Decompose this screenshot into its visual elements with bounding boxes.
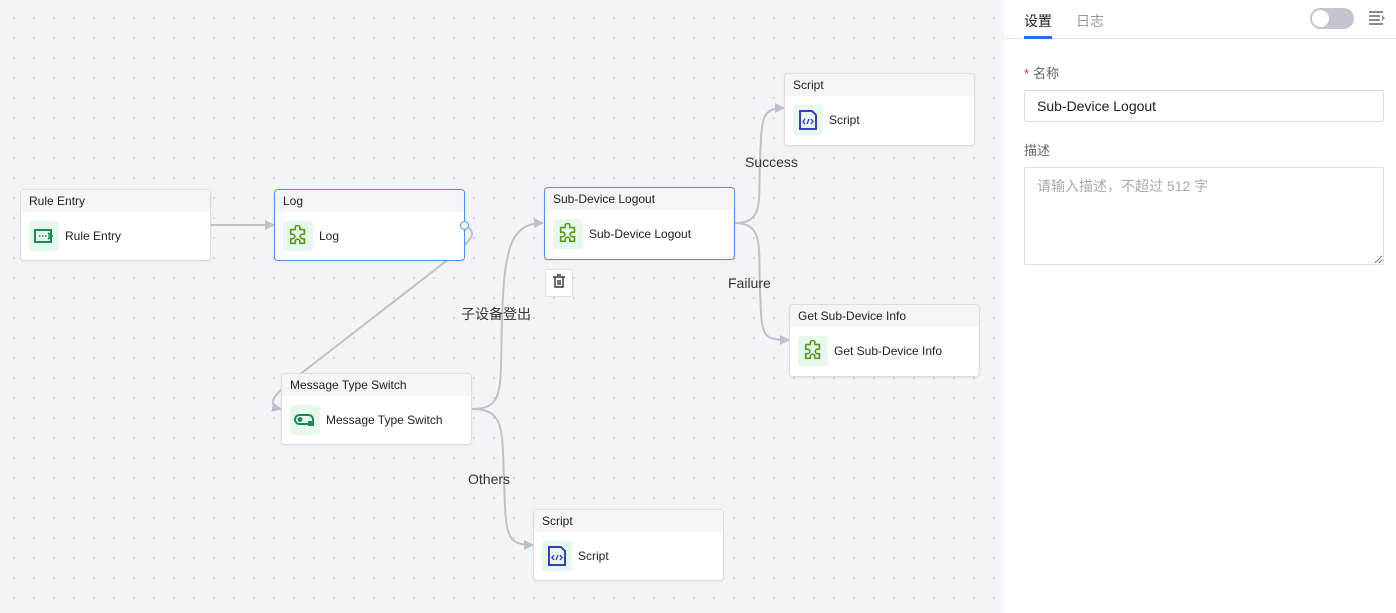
switch-icon <box>290 405 320 435</box>
node-title: Rule Entry <box>21 190 210 212</box>
edge-label-others: Others <box>468 471 511 487</box>
node-title: Sub-Device Logout <box>545 188 734 210</box>
node-label: Message Type Switch <box>326 413 443 427</box>
node-label: Sub-Device Logout <box>589 227 692 241</box>
node-script-top[interactable]: Script Script <box>784 73 975 146</box>
properties-panel: 设置 日志 *名称 描述 <box>1004 0 1396 613</box>
settings-form: *名称 描述 <box>1004 39 1396 265</box>
tab-logs[interactable]: 日志 <box>1076 0 1104 38</box>
rule-entry-icon <box>29 221 59 251</box>
node-label: Script <box>829 113 860 127</box>
node-message-type-switch[interactable]: Message Type Switch Message Type Switch <box>281 373 472 445</box>
description-textarea[interactable] <box>1024 167 1384 265</box>
node-title: Script <box>785 74 974 96</box>
name-label: * 名称 <box>1024 63 1384 82</box>
name-label-text: 名称 <box>1033 66 1060 81</box>
required-mark: * <box>1024 66 1030 81</box>
node-label: Log <box>319 229 340 243</box>
toggle-knob <box>1312 10 1329 27</box>
delete-node-button[interactable] <box>545 269 573 297</box>
output-port[interactable] <box>460 221 469 230</box>
node-log[interactable]: Log Log <box>274 189 469 261</box>
node-title: Message Type Switch <box>282 374 471 396</box>
debug-toggle[interactable] <box>1310 8 1354 29</box>
edge-label-success: Success <box>745 154 798 170</box>
puzzle-icon <box>798 336 828 366</box>
description-label: 描述 <box>1024 143 1051 158</box>
edge-label-sub-device-logout: 子设备登出 <box>461 306 531 322</box>
app-root: Rule Entry Rule Entry Log Log Sub-Device… <box>0 0 1396 613</box>
puzzle-icon <box>553 219 583 249</box>
node-title: Get Sub-Device Info <box>790 305 979 327</box>
trash-icon <box>552 273 566 293</box>
panel-tabs: 设置 日志 <box>1004 0 1396 39</box>
puzzle-icon <box>283 221 313 251</box>
node-label: Script <box>578 549 609 563</box>
node-rule-entry[interactable]: Rule Entry Rule Entry <box>20 189 211 261</box>
node-script-bottom[interactable]: Script Script <box>533 509 724 581</box>
node-sub-device-logout[interactable]: Sub-Device Logout Sub-Device Logout <box>544 187 735 260</box>
node-title: Script <box>534 510 723 532</box>
flow-canvas[interactable]: Rule Entry Rule Entry Log Log Sub-Device… <box>0 0 1004 613</box>
collapse-panel-icon[interactable] <box>1368 10 1386 26</box>
node-label: Rule Entry <box>65 229 122 243</box>
node-label: Get Sub-Device Info <box>834 344 943 358</box>
node-title: Log <box>275 190 464 212</box>
script-icon <box>793 105 823 135</box>
node-get-sub-device-info[interactable]: Get Sub-Device Info Get Sub-Device Info <box>789 304 980 377</box>
script-icon <box>542 541 572 571</box>
name-input[interactable] <box>1024 90 1384 122</box>
tab-settings[interactable]: 设置 <box>1024 0 1052 39</box>
edge-label-failure: Failure <box>728 275 771 291</box>
